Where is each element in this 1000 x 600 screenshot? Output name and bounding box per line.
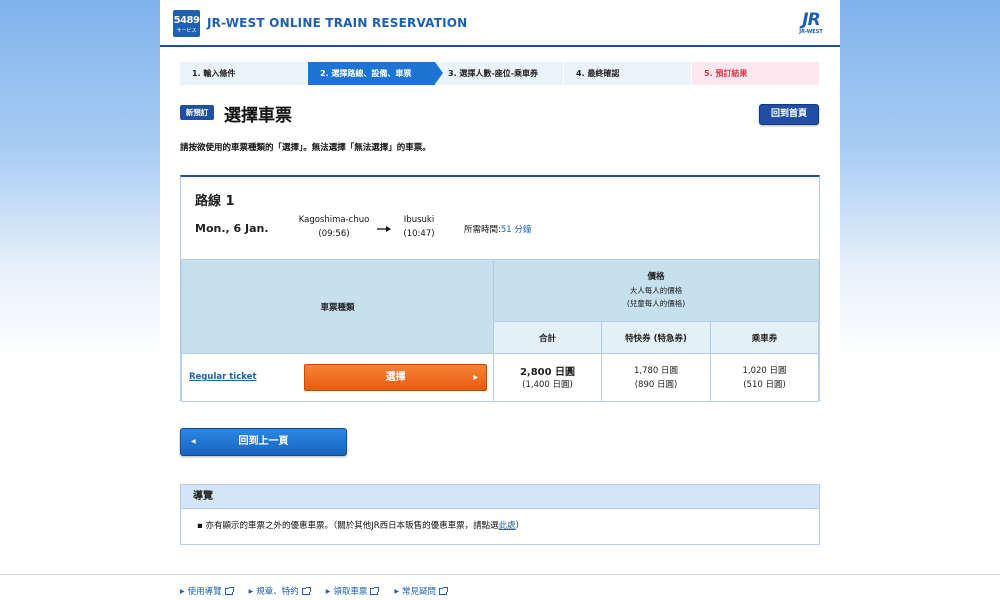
departure-time: (09:56) xyxy=(318,229,350,239)
col-ticket-type: 車票種類 xyxy=(181,259,494,354)
footer-link-label: 規章、特約 xyxy=(256,587,299,597)
header: 5489 サービス JR-WEST ONLINE TRAIN RESERVATI… xyxy=(160,0,840,47)
col-total: 合計 xyxy=(493,321,602,354)
footer-link-faq[interactable]: ▶ 常見疑問 xyxy=(394,585,449,597)
col-price: 價格 大人每人的價格 (兒童每人的價格) xyxy=(493,259,819,322)
instruction-text: 請按欲使用的車票種類的「選擇」。無法選擇「無法選擇」的車票。 xyxy=(180,143,431,153)
basic-child-price: (510 日圓) xyxy=(743,379,786,390)
regular-ticket-link[interactable]: Regular ticket xyxy=(189,372,257,382)
step-input-conditions: 1. 輸入條件 xyxy=(180,62,307,85)
basic-adult-price: 1,020 日圓 xyxy=(742,365,787,376)
progress-steps: 1. 輸入條件 2. 選擇路線、設備、車票 3. 選擇人數-座位-乘車券 4. … xyxy=(180,62,820,85)
route-title: 路線 1 xyxy=(195,194,235,209)
external-link-icon xyxy=(224,586,234,595)
footer-link-usage-guide[interactable]: ▶ 使用導覽 xyxy=(180,585,234,597)
total-child-price: (1,400 日圓) xyxy=(522,380,573,390)
footer-link-terms[interactable]: ▶ 規章、特約 xyxy=(248,585,311,597)
external-link-icon xyxy=(370,586,380,595)
arrow-right-icon xyxy=(377,226,391,232)
step-select-seats: 3. 選擇人數-座位-乘車券 xyxy=(436,62,563,85)
guide-item-text: 亦有顯示的車票之外的優惠車票。（關於其他JR西日本販售的優惠車票，請點選 xyxy=(205,521,499,531)
triangle-right-icon: ▶ xyxy=(394,587,400,595)
travel-duration: 所需時間:51 分鐘 xyxy=(464,223,531,235)
arrival-station-name: Ibusuki xyxy=(403,215,435,225)
arrival-time: (10:47) xyxy=(403,229,435,239)
total-price-cell: 2,800 日圓 (1,400 日圓) xyxy=(493,353,602,402)
logo-sub: サービス xyxy=(176,28,197,34)
guide-link[interactable]: 此處 xyxy=(499,521,516,531)
express-adult-price: 1,780 日圓 xyxy=(633,365,679,376)
jr-logo-sub: JR-WEST xyxy=(799,29,823,35)
col-basic: 乘車券 xyxy=(710,321,819,354)
guide-item-end: ） xyxy=(515,521,525,531)
footer-divider xyxy=(0,574,1000,575)
select-button[interactable]: 選擇 ▶ xyxy=(304,364,487,391)
external-link-icon xyxy=(439,586,449,595)
footer-link-label: 使用導覽 xyxy=(187,587,222,597)
5489-logo[interactable]: 5489 サービス xyxy=(173,10,200,37)
express-price-cell: 1,780 日圓 (890 日圓) xyxy=(601,353,711,402)
triangle-right-icon: ▶ xyxy=(248,587,254,595)
footer-links: ▶ 使用導覽 ▶ 規章、特約 ▶ 領取車票 ▶ 常見疑問 xyxy=(180,585,449,597)
basic-price-cell: 1,020 日圓 (510 日圓) xyxy=(710,353,819,402)
ticket-type-cell: Regular ticket 選擇 ▶ xyxy=(181,353,494,402)
duration-value: 51 分鐘 xyxy=(500,225,532,235)
jr-west-logo: JR JR-WEST xyxy=(796,10,826,36)
guide-panel: 導覽 ▪ 亦有顯示的車票之外的優惠車票。（關於其他JR西日本販售的優惠車票，請點… xyxy=(180,484,820,545)
page: 5489 サービス JR-WEST ONLINE TRAIN RESERVATI… xyxy=(160,0,840,574)
route-date: Mon., 6 Jan. xyxy=(195,222,269,235)
step-arrow xyxy=(435,62,443,84)
step-select-route-label: 2. 選擇路線、設備、車票 xyxy=(320,69,412,78)
departure-station: Kagoshima-chuo (09:56) xyxy=(289,213,379,241)
back-button-label: 回到上一頁 xyxy=(238,436,289,447)
duration-label: 所需時間: xyxy=(464,225,501,235)
express-child-price: (890 日圓) xyxy=(634,379,678,390)
select-button-label: 選擇 xyxy=(385,372,406,383)
route-panel: 路線 1 Mon., 6 Jan. Kagoshima-chuo (09:56)… xyxy=(180,175,820,402)
footer-link-label: 領取車票 xyxy=(333,587,368,597)
site-title: JR-WEST ONLINE TRAIN RESERVATION xyxy=(207,16,468,30)
footer-link-label: 常見疑問 xyxy=(402,587,437,597)
step-select-route: 2. 選擇路線、設備、車票 xyxy=(308,62,443,85)
external-link-icon xyxy=(301,586,311,595)
new-booking-badge: 新預訂 xyxy=(180,105,214,120)
total-adult-price: 2,800 日圓 xyxy=(519,367,576,378)
col-price-adult: 大人每人的價格 xyxy=(629,286,683,295)
step-final-confirm: 4. 最終確認 xyxy=(564,62,691,85)
triangle-left-icon: ◀ xyxy=(191,438,196,445)
triangle-right-icon: ▶ xyxy=(473,374,478,381)
jr-logo-mark: JR xyxy=(802,10,820,30)
col-price-title: 價格 xyxy=(647,272,665,282)
table-row: Regular ticket 選擇 ▶ 2,800 日圓 (1,400 日圓) … xyxy=(181,353,819,402)
guide-item: ▪ 亦有顯示的車票之外的優惠車票。（關於其他JR西日本販售的優惠車票，請點選此處… xyxy=(181,509,819,531)
fare-table: 車票種類 價格 大人每人的價格 (兒童每人的價格) 合計 特快券 (特急券) 乘… xyxy=(181,259,819,402)
step-booking-result: 5. 預訂結果 xyxy=(692,62,819,85)
col-price-child: (兒童每人的價格) xyxy=(626,299,686,308)
home-button[interactable]: 回到首頁 xyxy=(759,104,819,125)
logo-number: 5489 xyxy=(173,15,200,26)
guide-heading: 導覽 xyxy=(181,485,819,509)
back-button[interactable]: ◀ 回到上一頁 xyxy=(180,428,347,456)
triangle-right-icon: ▶ xyxy=(180,587,185,595)
departure-station-name: Kagoshima-chuo xyxy=(298,215,370,225)
triangle-right-icon: ▶ xyxy=(325,587,331,595)
arrival-station: Ibusuki (10:47) xyxy=(391,213,447,241)
page-title: 選擇車票 xyxy=(224,106,292,126)
footer-link-ticket-pickup[interactable]: ▶ 領取車票 xyxy=(325,585,380,597)
col-express: 特快券 (特急券) xyxy=(601,321,711,354)
